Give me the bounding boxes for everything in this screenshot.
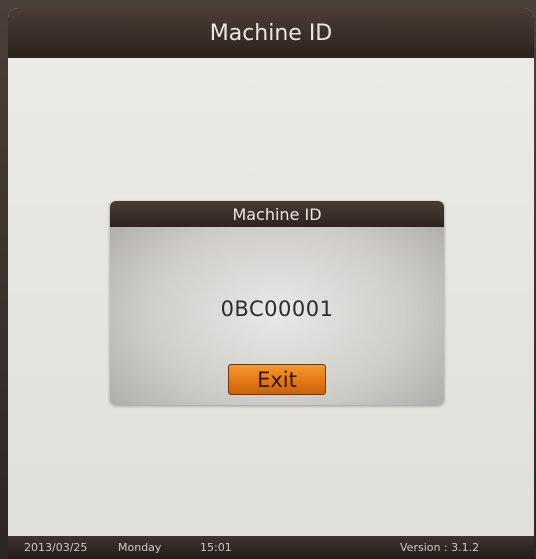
- main-content: Machine ID 0BC00001 Exit: [8, 58, 534, 536]
- status-bar: 2013/03/25 Monday 15:01 Version : 3.1.2: [8, 536, 534, 559]
- title-bar: Machine ID: [8, 8, 534, 58]
- dialog-title: Machine ID: [232, 204, 322, 224]
- status-time: 15:01: [200, 541, 232, 554]
- status-day: Monday: [118, 541, 162, 554]
- page-title: Machine ID: [209, 20, 333, 46]
- status-version: Version : 3.1.2: [400, 541, 480, 554]
- status-date: 2013/03/25: [24, 541, 88, 554]
- exit-button[interactable]: Exit: [228, 364, 326, 395]
- exit-button-label: Exit: [257, 367, 297, 392]
- dialog-title-bar: Machine ID: [110, 201, 444, 227]
- screen: Machine ID Machine ID 0BC00001 Exit 2013…: [8, 8, 534, 559]
- machine-id-value: 0BC00001: [220, 297, 334, 321]
- device-bezel: Machine ID Machine ID 0BC00001 Exit 2013…: [0, 0, 536, 559]
- machine-id-dialog: Machine ID 0BC00001 Exit: [110, 201, 444, 405]
